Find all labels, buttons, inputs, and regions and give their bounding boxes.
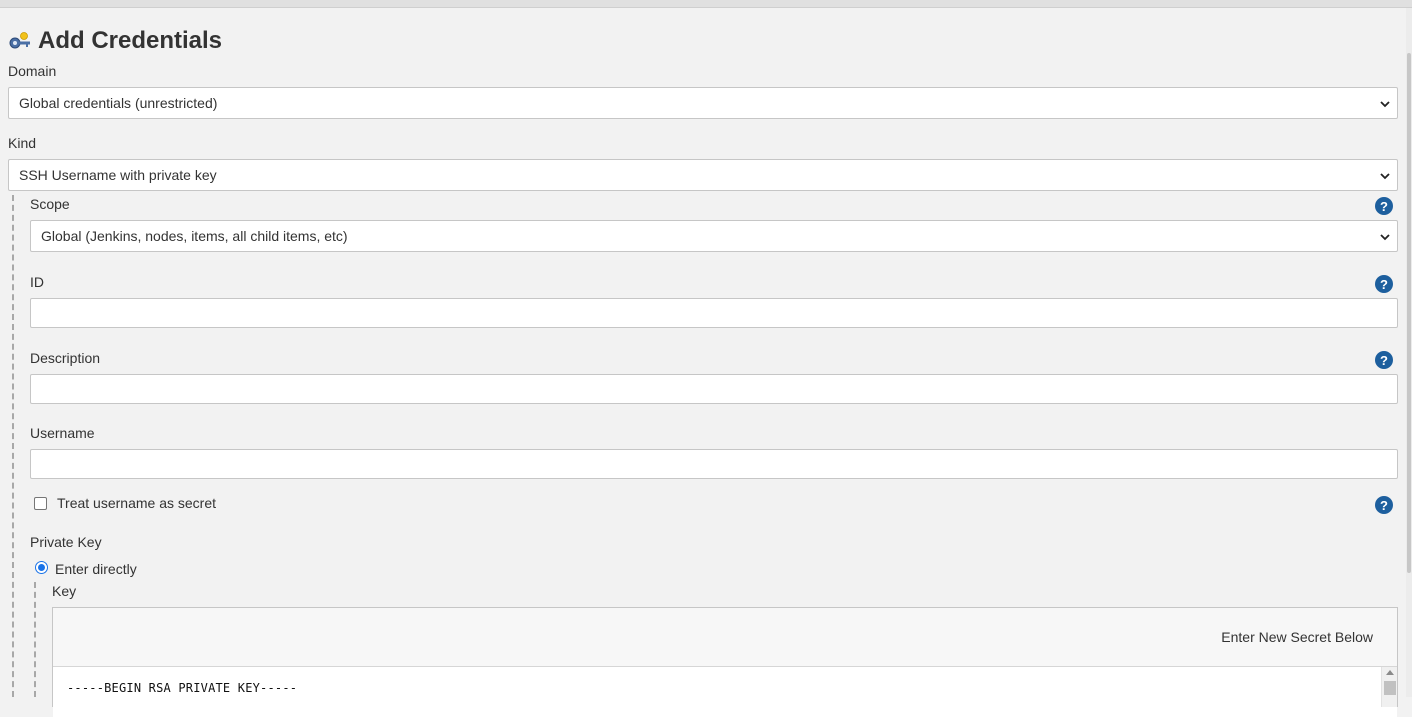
key-label: Key (52, 583, 77, 599)
help-icon[interactable]: ? (1375, 197, 1393, 215)
page-scrollbar[interactable] (1406, 8, 1412, 697)
browser-top-bar (0, 0, 1412, 8)
key-icon (8, 31, 32, 51)
page-header: Add Credentials (8, 26, 222, 56)
id-label: ID (30, 274, 44, 290)
chevron-down-icon (1379, 97, 1391, 109)
textarea-scrollbar-thumb[interactable] (1384, 681, 1396, 695)
username-input[interactable] (30, 449, 1398, 479)
help-icon[interactable]: ? (1375, 275, 1393, 293)
treat-username-secret-checkbox[interactable] (34, 497, 47, 510)
kind-label: Kind (8, 135, 37, 151)
kind-section-divider (12, 195, 14, 697)
enter-directly-radio[interactable] (35, 561, 48, 574)
radio-selected-dot (38, 564, 45, 571)
help-icon[interactable]: ? (1375, 496, 1393, 514)
scope-select-value: Global (Jenkins, nodes, items, all child… (41, 228, 348, 244)
treat-username-secret-label[interactable]: Treat username as secret (57, 495, 216, 511)
page-scrollbar-thumb[interactable] (1407, 53, 1411, 573)
enter-new-secret-text: Enter New Secret Below (1221, 629, 1373, 645)
private-key-label: Private Key (30, 534, 102, 550)
description-label: Description (30, 350, 101, 366)
secret-header: Enter New Secret Below (53, 608, 1397, 667)
key-textarea-content: -----BEGIN RSA PRIVATE KEY----- (67, 681, 298, 695)
domain-select[interactable]: Global credentials (unrestricted) (8, 87, 1398, 119)
chevron-down-icon (1379, 169, 1391, 181)
help-icon[interactable]: ? (1375, 351, 1393, 369)
description-input[interactable] (30, 374, 1398, 404)
enter-directly-label[interactable]: Enter directly (55, 561, 137, 577)
domain-select-value: Global credentials (unrestricted) (19, 95, 218, 111)
kind-select-value: SSH Username with private key (19, 167, 217, 183)
page-title: Add Credentials (38, 27, 223, 54)
textarea-scrollbar[interactable] (1381, 667, 1397, 707)
scope-label: Scope (30, 196, 70, 212)
chevron-down-icon (1379, 230, 1391, 242)
username-label: Username (30, 425, 95, 441)
domain-label: Domain (8, 63, 57, 79)
key-textarea[interactable]: -----BEGIN RSA PRIVATE KEY----- (53, 667, 1397, 717)
scroll-up-arrow-icon[interactable] (1386, 670, 1394, 675)
key-secret-box: Enter New Secret Below -----BEGIN RSA PR… (52, 607, 1398, 717)
kind-select[interactable]: SSH Username with private key (8, 159, 1398, 191)
id-input[interactable] (30, 298, 1398, 328)
private-key-section-divider (34, 582, 36, 697)
scope-select[interactable]: Global (Jenkins, nodes, items, all child… (30, 220, 1398, 252)
